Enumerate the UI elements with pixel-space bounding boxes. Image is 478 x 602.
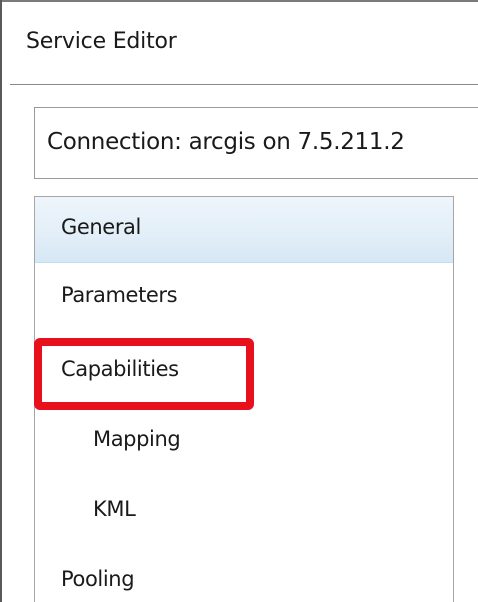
title-divider (10, 84, 478, 85)
title-bar[interactable]: Service Editor (2, 2, 478, 84)
window-frame-left (0, 0, 2, 602)
nav-item-label: General (61, 215, 141, 239)
nav-item-label: Mapping (93, 427, 181, 451)
nav-item-label: KML (93, 497, 136, 521)
nav-item-mapping[interactable]: Mapping (35, 409, 453, 475)
nav-item-label: Capabilities (61, 357, 179, 381)
nav-item-pooling[interactable]: Pooling (35, 549, 453, 602)
nav-item-kml[interactable]: KML (35, 479, 453, 545)
service-editor-window: Service Editor Connection: arcgis on 7.5… (0, 0, 478, 602)
nav-item-label: Pooling (61, 567, 135, 591)
connection-header: Connection: arcgis on 7.5.211.2 (34, 107, 478, 179)
nav-item-capabilities[interactable]: Capabilities (35, 339, 453, 405)
window-title: Service Editor (26, 29, 177, 54)
nav-item-parameters[interactable]: Parameters (35, 265, 453, 331)
service-nav-panel: General Parameters Capabilities Mapping … (34, 196, 454, 602)
connection-label: Connection: arcgis on 7.5.211.2 (47, 129, 405, 155)
nav-item-general[interactable]: General (35, 197, 453, 263)
nav-item-label: Parameters (61, 283, 178, 307)
